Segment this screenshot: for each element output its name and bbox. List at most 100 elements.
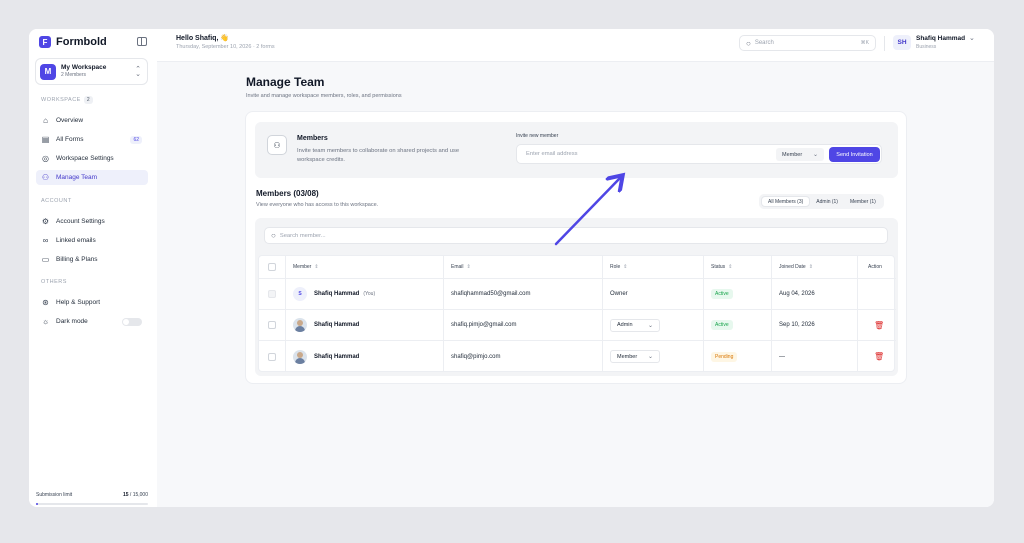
sidebar-item-label: Workspace Settings xyxy=(56,155,114,162)
header-joined[interactable]: Joined Date ⇕ xyxy=(772,256,813,278)
workspace-members-count: 2 Members xyxy=(61,72,87,79)
sidebar-item-label: All Forms xyxy=(56,136,84,143)
invite-email-input[interactable]: Enter email address xyxy=(526,151,578,157)
column-divider xyxy=(285,256,286,371)
header-email-label: Email xyxy=(451,264,464,270)
page-title: Manage Team xyxy=(246,75,325,89)
sidebar-item-manage-team[interactable]: ⚇ Manage Team xyxy=(36,170,148,185)
submission-progress-fill xyxy=(36,503,39,505)
trash-icon[interactable]: 🗑 xyxy=(874,352,884,361)
member-name: Shafiq Hammad xyxy=(314,322,360,328)
joined-cell: — xyxy=(779,353,785,360)
card-icon: ▭ xyxy=(41,255,50,264)
sidebar-item-overview[interactable]: ⌂ Overview xyxy=(36,113,148,128)
sidebar-item-billing[interactable]: ▭ Billing & Plans xyxy=(36,252,148,267)
member-cell: Shafiq Hammad xyxy=(286,341,359,372)
workspace-switcher[interactable]: M My Workspace 2 Members ⌃ ⌄ xyxy=(35,58,148,85)
sidebar-item-linked-emails[interactable]: ∞ Linked emails xyxy=(36,233,148,248)
sidebar-item-label: Help & Support xyxy=(56,299,101,306)
workspace-count-badge: 2 xyxy=(83,96,94,104)
chevron-down-icon: ⌄ xyxy=(812,152,818,158)
header-joined-label: Joined Date xyxy=(779,264,806,270)
sun-icon: ☼ xyxy=(41,317,50,326)
sidebar-collapse-icon[interactable] xyxy=(137,37,147,46)
joined-cell: Aug 04, 2026 xyxy=(779,291,815,297)
sort-icon: ⇕ xyxy=(314,264,319,270)
sidebar-item-label: Overview xyxy=(56,117,84,124)
role-value: Admin xyxy=(617,322,633,328)
invite-field: Enter email address Member ⌄ Send Invita… xyxy=(516,144,882,164)
members-title: Members (03/08) xyxy=(256,189,319,198)
section-label-workspace: WORKSPACE 2 xyxy=(41,96,94,104)
status-cell: Active xyxy=(704,279,733,309)
header-status-label: Status xyxy=(711,264,726,270)
header-role[interactable]: Role ⇕ xyxy=(603,256,628,278)
avatar: S xyxy=(293,287,307,301)
search-icon: ○ xyxy=(271,231,276,240)
sidebar-item-all-forms[interactable]: ▤ All Forms 62 xyxy=(36,132,148,147)
user-avatar[interactable]: SH xyxy=(893,35,911,50)
email-cell: shafiq.pimjo@gmail.com xyxy=(451,322,517,328)
invite-role-select[interactable]: Member ⌄ xyxy=(776,148,824,161)
brand-name: Formbold xyxy=(56,36,107,48)
sidebar-item-label: Manage Team xyxy=(56,174,98,181)
submission-total: / 15,000 xyxy=(129,492,148,498)
member-search-input[interactable]: ○ Search member... xyxy=(264,227,888,244)
select-all-checkbox[interactable] xyxy=(268,263,276,271)
chevron-down-icon: ⌄ xyxy=(647,322,653,329)
send-invitation-button[interactable]: Send Invitation xyxy=(829,147,880,162)
search-shortcut: ⌘K xyxy=(860,40,869,46)
you-tag: (You) xyxy=(363,291,376,297)
row-checkbox[interactable] xyxy=(268,321,276,329)
invite-title: Members xyxy=(297,135,328,142)
table-row: S Shafiq Hammad (You) shafiqhammad50@gma… xyxy=(259,279,896,310)
section-label-others: OTHERS xyxy=(41,279,67,285)
members-icon: ⚇ xyxy=(267,135,287,155)
row-checkbox[interactable] xyxy=(268,352,276,361)
header-member[interactable]: Member ⇕ xyxy=(286,256,319,278)
role-select[interactable]: Member ⌄ xyxy=(610,350,660,363)
members-table: Member ⇕ Email ⇕ Role ⇕ Status ⇕ Joined Date… xyxy=(258,255,896,372)
sidebar-item-account-settings[interactable]: ⚙ Account Settings xyxy=(36,214,148,229)
column-divider xyxy=(771,256,772,371)
sidebar-item-help[interactable]: ⊛ Help & Support xyxy=(36,295,148,310)
role-select[interactable]: Admin ⌄ xyxy=(610,318,660,332)
member-search-placeholder: Search member... xyxy=(279,232,326,239)
header-action: Action xyxy=(868,264,882,270)
dark-mode-toggle[interactable] xyxy=(122,317,142,326)
user-plan: Business xyxy=(916,44,937,50)
member-cell: Shafiq Hammad xyxy=(286,310,359,340)
chevron-up-down-icon: ⌃ ⌄ xyxy=(135,66,141,78)
brand[interactable]: F Formbold xyxy=(39,36,107,48)
tab-admin[interactable]: Admin (1) xyxy=(810,196,844,207)
status-badge: Pending xyxy=(711,351,738,362)
member-cell: S Shafiq Hammad (You) xyxy=(286,279,375,309)
header-status[interactable]: Status ⇕ xyxy=(704,256,732,278)
settings-icon: ◎ xyxy=(42,154,49,163)
tab-all-members[interactable]: All Members (3) xyxy=(761,196,811,207)
main-content: Manage Team Invite and manage workspace … xyxy=(157,62,994,507)
members-table-wrapper: ○ Search member... Member ⇕ Email ⇕ Role ⇕ … xyxy=(255,218,898,376)
header-member-label: Member xyxy=(293,264,312,270)
trash-icon[interactable]: 🗑 xyxy=(874,321,884,330)
members-subtitle: View everyone who has access to this wor… xyxy=(256,202,379,208)
header-role-label: Role xyxy=(610,264,621,270)
member-name: Shafiq Hammad xyxy=(314,353,360,360)
tab-member[interactable]: Member (1) xyxy=(844,196,882,207)
team-card: ⚇ Members Invite team members to collabo… xyxy=(245,111,907,384)
status-cell: Active xyxy=(704,310,733,340)
role-cell: Owner xyxy=(610,291,628,297)
submission-used: 15 xyxy=(122,492,129,498)
chevron-down-icon[interactable]: ⌄ xyxy=(969,34,975,42)
forms-icon: ▤ xyxy=(41,135,50,144)
header-email[interactable]: Email ⇕ xyxy=(444,256,471,278)
header-divider xyxy=(884,36,885,51)
help-icon: ⊛ xyxy=(42,298,49,307)
sidebar-item-label: Dark mode xyxy=(56,318,88,325)
sidebar-item-dark-mode: ☼ Dark mode xyxy=(36,314,148,329)
status-cell: Pending xyxy=(704,341,738,372)
sidebar-item-workspace-settings[interactable]: ◎ Workspace Settings xyxy=(36,151,148,166)
global-search-input[interactable]: ○ Search ⌘K xyxy=(739,35,876,51)
user-name[interactable]: Shafiq Hammad xyxy=(916,35,965,42)
table-row: Shafiq Hammad shafiq@pimjo.com Member ⌄ P… xyxy=(259,341,896,372)
